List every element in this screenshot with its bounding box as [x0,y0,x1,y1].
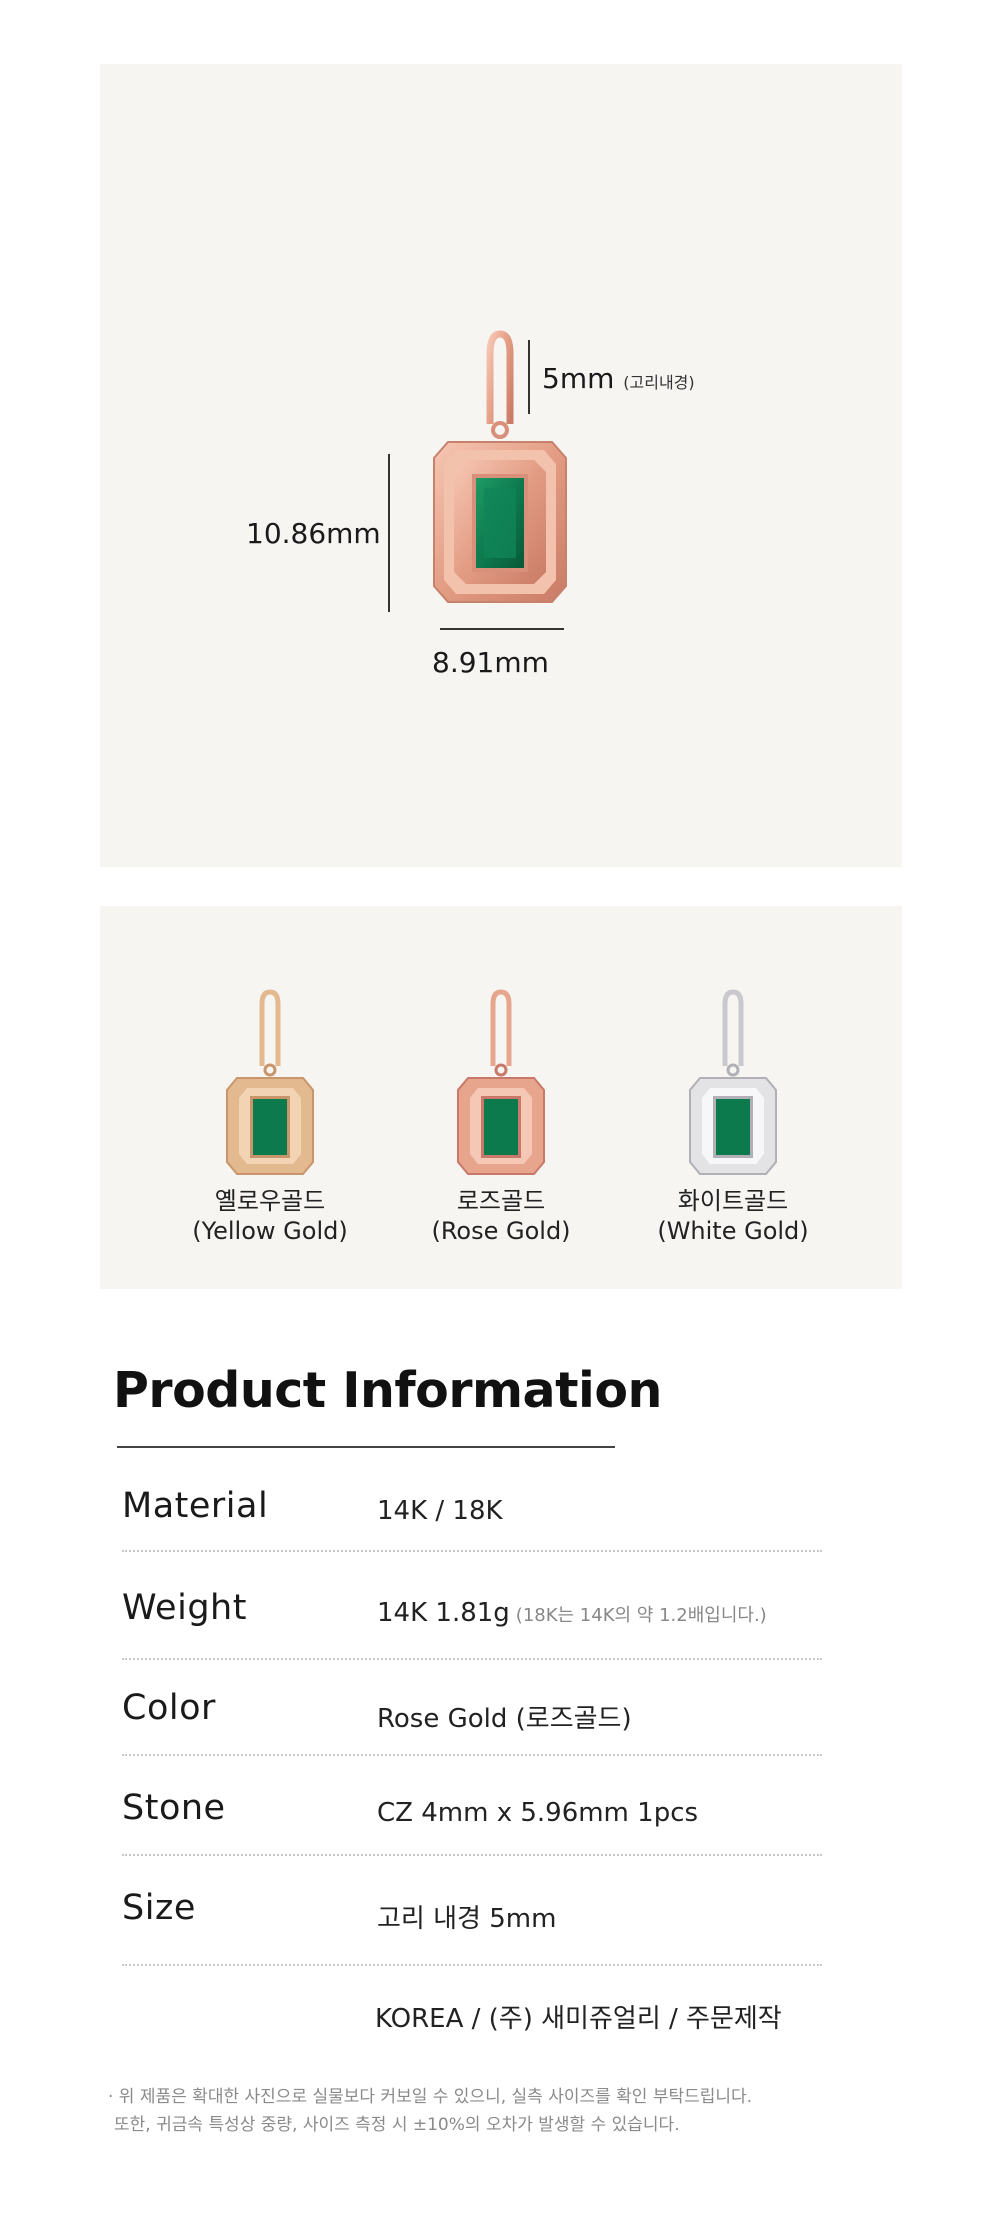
variant-name-en: (White Gold) [657,1217,809,1245]
info-label: Color [122,1688,216,1728]
rose-gold-pendant-image [457,989,545,1175]
loop-dimension-note: (고리내경) [623,373,695,392]
info-value-wrap: 14K 1.81g (18K는 14K의 약 1.2배입니다.) [377,1598,767,1628]
footnote: · 위 제품은 확대한 사진으로 실물보다 커보일 수 있으니, 실측 사이즈를… [108,2083,752,2139]
variant-name-ko: 로즈골드 [456,1187,546,1215]
width-dimension-label: 8.91mm [432,646,549,679]
info-value: 14K 1.81g [377,1598,510,1628]
variant-name-ko: 화이트골드 [677,1187,789,1215]
info-note: (18K는 14K의 약 1.2배입니다.) [515,1605,767,1626]
info-value: CZ 4mm x 5.96mm 1pcs [377,1798,699,1828]
info-value: 14K / 18K [377,1496,503,1526]
variant-name-en: (Rose Gold) [431,1217,571,1245]
height-dimension-label: 10.86mm [246,517,381,550]
color-variants-panel: 옐로우골드 (Yellow Gold) 로즈골드 (Rose Gold) 화이트… [100,906,902,1289]
variant-white-gold: 화이트골드 (White Gold) [623,986,843,1246]
info-value: KOREA / (주) 새미쥬얼리 / 주문제작 [375,2004,782,2034]
height-dimension-line [388,454,390,612]
loop-dimension-label: 5mm (고리내경) [542,362,695,395]
footnote-line-2: 또한, 귀금속 특성상 중량, 사이즈 측정 시 ±10%의 오차가 발생할 수… [114,2115,680,2135]
loop-dimension-line [528,340,530,414]
info-label: Stone [122,1788,226,1828]
info-label: Size [122,1888,196,1928]
yellow-gold-pendant-image [226,989,314,1175]
dimension-panel: 5mm (고리내경) 10.86mm 8.91mm [100,64,902,867]
row-divider [122,1754,822,1756]
variant-rose-gold: 로즈골드 (Rose Gold) [391,986,611,1246]
pendant-image [433,330,567,603]
info-label: Material [122,1486,269,1526]
loop-dimension-value: 5mm [542,362,615,395]
row-divider [122,1964,822,1966]
info-value: Rose Gold (로즈골드) [377,1704,632,1734]
info-label: Weight [122,1588,247,1628]
variant-yellow-gold: 옐로우골드 (Yellow Gold) [160,986,380,1246]
info-value: 고리 내경 5mm [377,1904,557,1934]
width-dimension-line [440,628,564,630]
row-divider [122,1550,822,1552]
variant-name-en: (Yellow Gold) [192,1217,348,1245]
white-gold-pendant-image [689,989,777,1175]
title-divider [117,1446,615,1448]
variant-name-ko: 옐로우골드 [214,1187,326,1215]
product-information-title: Product Information [113,1362,662,1419]
row-divider [122,1658,822,1660]
footnote-line-1: · 위 제품은 확대한 사진으로 실물보다 커보일 수 있으니, 실측 사이즈를… [108,2087,753,2107]
row-divider [122,1854,822,1856]
